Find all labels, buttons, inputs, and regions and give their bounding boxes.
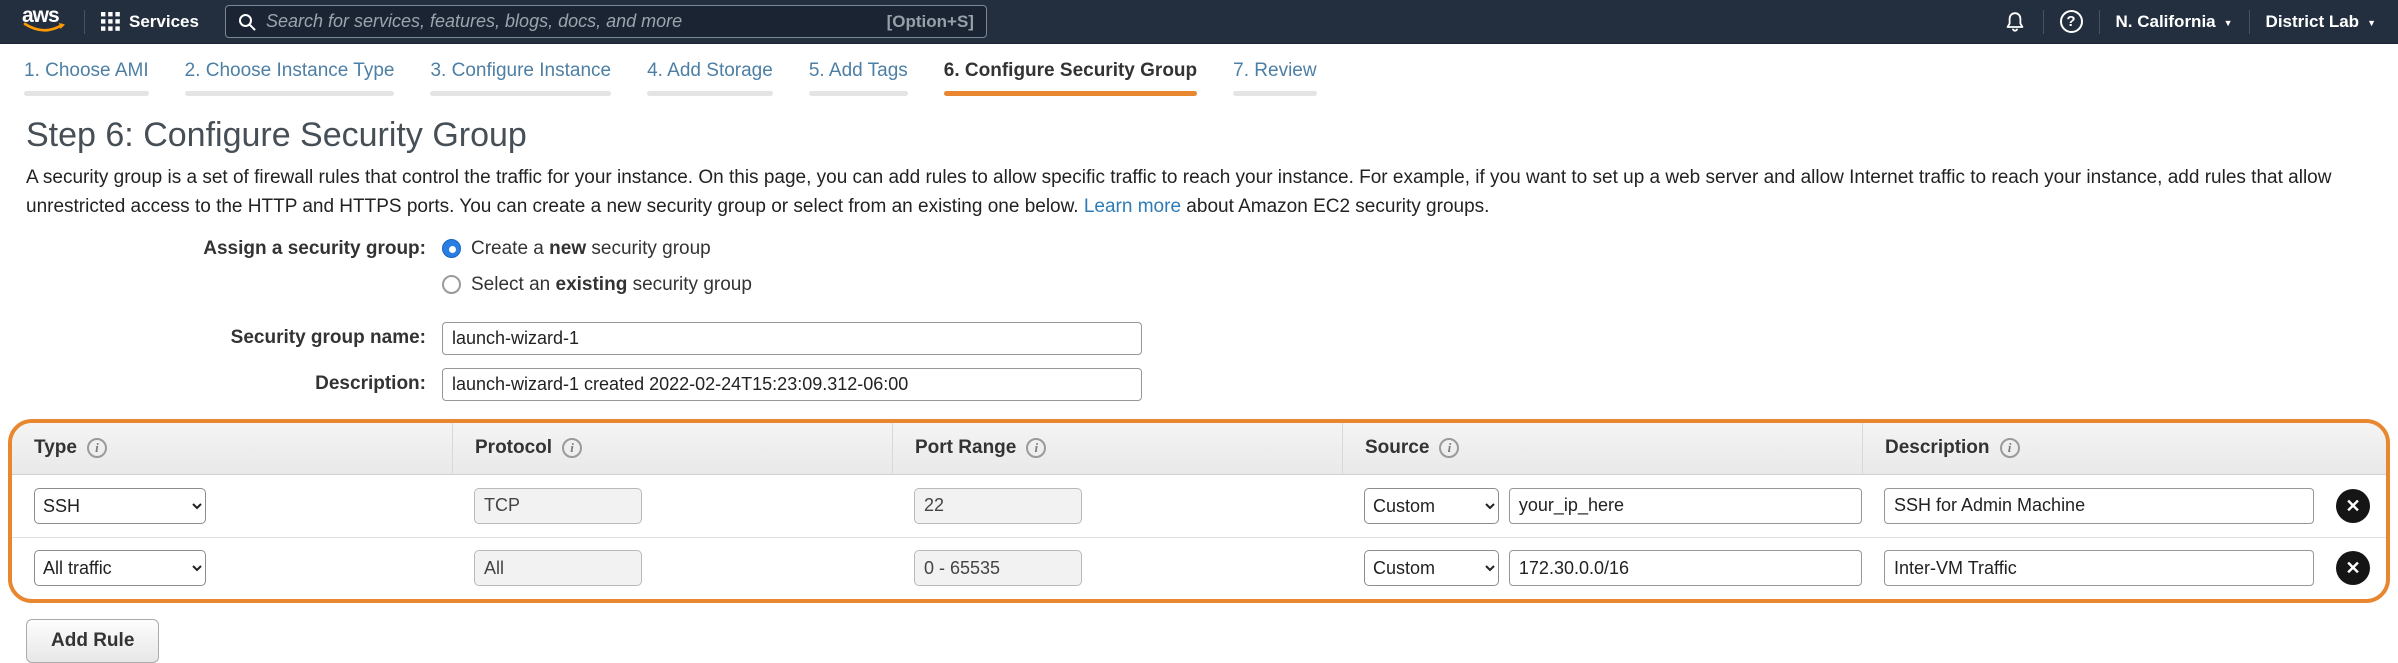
wizard-steps-bar: 1. Choose AMI 2. Choose Instance Type 3.…: [0, 44, 2398, 96]
aws-smile-icon: [23, 22, 67, 36]
account-menu[interactable]: District Lab ▼: [2266, 12, 2376, 32]
rule-source-value-input[interactable]: [1509, 550, 1862, 586]
step-1-choose-ami[interactable]: 1. Choose AMI: [24, 60, 149, 96]
region-selector[interactable]: N. California ▼: [2116, 12, 2233, 32]
radio-create-new-security-group[interactable]: Create a new security group: [442, 238, 711, 260]
header-protocol: Protocol i: [452, 423, 892, 474]
rule-description-input[interactable]: [1884, 550, 2314, 586]
chevron-down-icon: ▼: [2367, 18, 2376, 28]
search-input[interactable]: [266, 11, 877, 32]
step-underline-active: [944, 91, 1197, 96]
security-group-name-label: Security group name:: [0, 327, 442, 349]
step-2-choose-instance-type[interactable]: 2. Choose Instance Type: [185, 60, 395, 96]
security-rules-table: Type i Protocol i Port Range i Source i …: [8, 419, 2390, 603]
header-type: Type i: [12, 423, 452, 474]
rule-row-all-traffic: All traffic Custom ✕: [12, 537, 2386, 599]
security-group-description-input[interactable]: [442, 368, 1142, 401]
info-icon[interactable]: i: [2000, 438, 2020, 458]
security-group-name-row: Security group name:: [0, 322, 2398, 355]
assign-security-group-section: Assign a security group: Create a new se…: [0, 238, 2398, 296]
header-description: Description i: [1862, 423, 2308, 474]
step-underline: [24, 91, 149, 96]
radio-unselected-icon[interactable]: [442, 275, 461, 294]
navbar-divider: [84, 10, 85, 34]
bell-icon: [2003, 10, 2027, 34]
security-group-description-row: Description:: [0, 368, 2398, 401]
header-port-range: Port Range i: [892, 423, 1342, 474]
rule-type-select[interactable]: SSH: [34, 488, 206, 524]
delete-rule-button[interactable]: ✕: [2336, 551, 2370, 585]
navbar-divider: [2043, 10, 2044, 34]
navbar-divider: [2249, 10, 2250, 34]
page-description: A security group is a set of firewall ru…: [26, 163, 2372, 222]
step-underline: [185, 91, 395, 96]
rule-protocol-input: [474, 550, 642, 586]
navbar-right-group: ? N. California ▼ District Lab ▼: [2003, 10, 2377, 34]
info-icon[interactable]: i: [562, 438, 582, 458]
step-underline: [809, 91, 908, 96]
services-menu-button[interactable]: Services: [101, 12, 199, 32]
question-icon: ?: [2060, 10, 2083, 33]
step-3-configure-instance[interactable]: 3. Configure Instance: [430, 60, 611, 96]
account-label: District Lab: [2266, 12, 2360, 32]
step-underline: [647, 91, 773, 96]
search-shortcut-hint: [Option+S]: [887, 12, 974, 32]
grid-icon: [101, 12, 120, 31]
info-icon[interactable]: i: [1026, 438, 1046, 458]
navbar-divider: [2099, 10, 2100, 34]
security-group-description-label: Description:: [0, 373, 442, 395]
aws-logo[interactable]: aws: [22, 6, 68, 38]
rule-type-select[interactable]: All traffic: [34, 550, 206, 586]
info-icon[interactable]: i: [87, 438, 107, 458]
rule-port-range-input: [914, 550, 1082, 586]
header-source: Source i: [1342, 423, 1862, 474]
close-icon: ✕: [2345, 497, 2360, 515]
search-icon: [238, 13, 256, 31]
services-label: Services: [129, 12, 199, 32]
step-4-add-storage[interactable]: 4. Add Storage: [647, 60, 773, 96]
delete-rule-button[interactable]: ✕: [2336, 489, 2370, 523]
rule-source-mode-select[interactable]: Custom: [1364, 550, 1499, 586]
page-title: Step 6: Configure Security Group: [26, 116, 2398, 155]
rules-table-header: Type i Protocol i Port Range i Source i …: [12, 423, 2386, 475]
region-label: N. California: [2116, 12, 2216, 32]
step-6-configure-security-group[interactable]: 6. Configure Security Group: [944, 60, 1197, 96]
step-7-review[interactable]: 7. Review: [1233, 60, 1316, 96]
global-search-box[interactable]: [Option+S]: [225, 5, 987, 38]
rule-port-range-input: [914, 488, 1082, 524]
info-icon[interactable]: i: [1439, 438, 1459, 458]
learn-more-link[interactable]: Learn more: [1084, 196, 1181, 217]
step-underline: [430, 91, 611, 96]
close-icon: ✕: [2345, 559, 2360, 577]
rule-description-input[interactable]: [1884, 488, 2314, 524]
notifications-button[interactable]: [2003, 10, 2027, 34]
rule-row-ssh: SSH Custom ✕: [12, 475, 2386, 537]
radio-select-existing-security-group[interactable]: Select an existing security group: [442, 274, 752, 296]
radio-selected-icon[interactable]: [442, 239, 461, 258]
assign-security-group-label: Assign a security group:: [0, 238, 442, 260]
help-button[interactable]: ?: [2060, 10, 2083, 33]
chevron-down-icon: ▼: [2224, 18, 2233, 28]
step-5-add-tags[interactable]: 5. Add Tags: [809, 60, 908, 96]
add-rule-button[interactable]: Add Rule: [26, 619, 159, 663]
top-navbar: aws Services [Option+S]: [0, 0, 2398, 44]
security-group-name-input[interactable]: [442, 322, 1142, 355]
step-underline: [1233, 91, 1316, 96]
rule-source-mode-select[interactable]: Custom: [1364, 488, 1499, 524]
rule-source-value-input[interactable]: [1509, 488, 1862, 524]
rule-protocol-input: [474, 488, 642, 524]
